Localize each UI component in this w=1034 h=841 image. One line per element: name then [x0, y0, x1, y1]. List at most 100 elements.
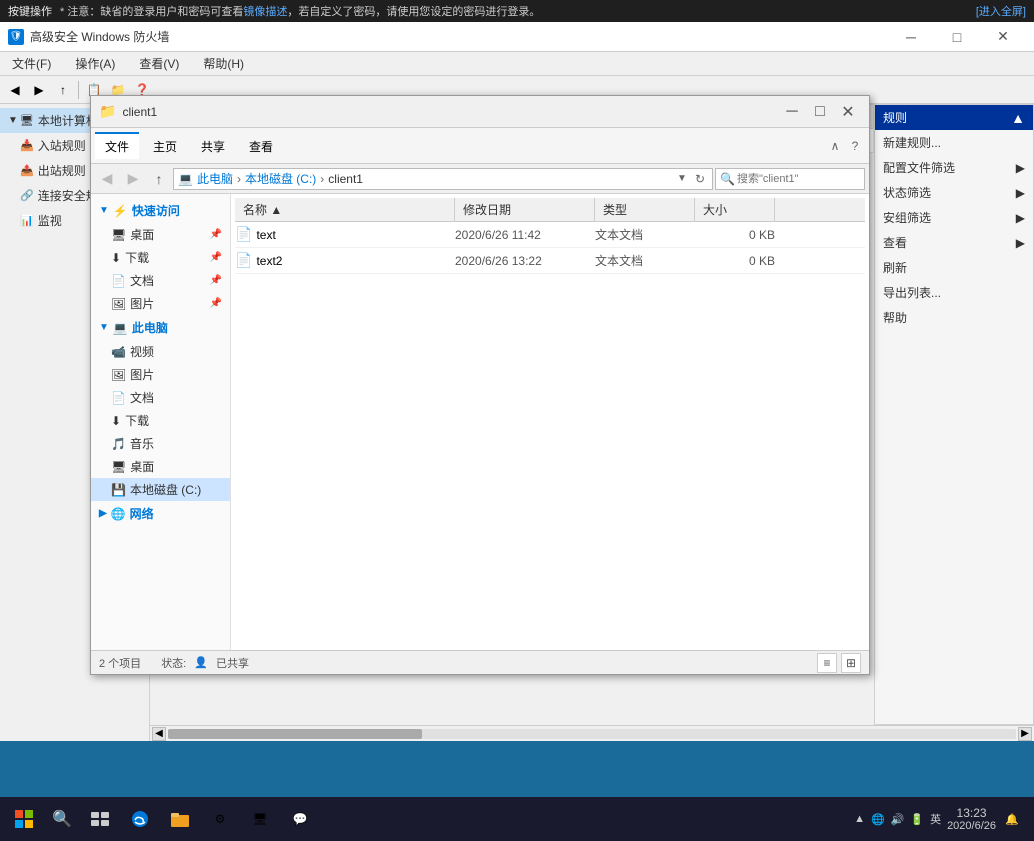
exp-sidebar-pics2[interactable]: 🖼 图片	[91, 363, 230, 386]
fw-view-arrow: ▶	[1016, 236, 1025, 250]
exp-sidebar-video[interactable]: 📹 视频	[91, 340, 230, 363]
exp-bread-folder[interactable]: client1	[328, 172, 363, 186]
settings-button[interactable]: ⚙	[200, 799, 240, 839]
fw-menubar: 文件(F) 操作(A) 查看(V) 帮助(H)	[0, 52, 1034, 76]
edge-button[interactable]	[120, 799, 160, 839]
fw-menu-view[interactable]: 查看(V)	[135, 53, 183, 74]
fw-up-button[interactable]: ↑	[52, 79, 74, 101]
taskbar-clock[interactable]: 13:23 2020/6/26	[947, 806, 996, 832]
exp-tab-share[interactable]: 共享	[191, 132, 235, 159]
fw-action-profile-filter[interactable]: 配置文件筛选 ▶	[875, 155, 1033, 180]
exp-sidebar: ▼ ⚡ 快速访问 🖥 桌面 📌 ⬇ 下载 📌 📄 文档 📌	[91, 194, 231, 650]
systray-lang[interactable]: 英	[930, 811, 941, 827]
systray-network-icon: 🌐	[871, 813, 885, 826]
exp-list-view-btn[interactable]: ≡	[817, 653, 837, 673]
exp-minimize-button[interactable]: ─	[779, 99, 805, 125]
exp-help-icon[interactable]: ?	[845, 136, 865, 156]
fw-action-group-filter[interactable]: 安组筛选 ▶	[875, 205, 1033, 230]
exp-bread-drive[interactable]: 本地磁盘 (C:)	[245, 170, 316, 187]
exp-section-thispc[interactable]: ▼ 💻 此电脑	[91, 315, 230, 340]
notification-center-button[interactable]: 🔔	[1002, 809, 1022, 829]
exp-col-date-header[interactable]: 修改日期	[455, 198, 595, 221]
exp-sidebar-desktop2[interactable]: 🖥 桌面	[91, 455, 230, 478]
exp-address-bar[interactable]: 💻 此电脑 › 本地磁盘 (C:) › client1 ▼ ↻	[173, 168, 713, 190]
fw-computer-icon: 🖥	[20, 114, 34, 127]
fw-menu-file[interactable]: 文件(F)	[8, 53, 55, 74]
exp-maximize-button[interactable]: □	[807, 99, 833, 125]
exp-search-bar[interactable]: 🔍	[715, 168, 865, 190]
fw-hscroll[interactable]: ◀ ▶	[150, 725, 1034, 741]
fw-scroll-left-btn[interactable]: ◀	[152, 727, 166, 741]
fw-maximize-button[interactable]: □	[934, 22, 980, 52]
exp-back-button[interactable]: ◀	[95, 167, 119, 191]
fw-sidebar-label-local: 本地计算机	[38, 112, 98, 129]
fw-minimize-button[interactable]: ─	[888, 22, 934, 52]
exp-sidebar-music[interactable]: 🎵 音乐	[91, 432, 230, 455]
fw-close-button[interactable]: ✕	[980, 22, 1026, 52]
fw-menu-action[interactable]: 操作(A)	[71, 53, 119, 74]
exp-desktop2-label: 桌面	[130, 458, 154, 475]
fw-action-help[interactable]: 帮助	[875, 305, 1033, 330]
fw-action-refresh[interactable]: 刷新	[875, 255, 1033, 280]
explorer-button[interactable]	[160, 799, 200, 839]
exp-quickaccess-expand: ▼	[99, 205, 109, 216]
fw-monitor-icon: 📊	[20, 214, 34, 227]
exp-file-row-text[interactable]: 📄 text 2020/6/26 11:42 文本文档 0 KB	[235, 222, 865, 248]
exp-video-icon: 📹	[111, 345, 126, 359]
fw-action-view[interactable]: 查看 ▶	[875, 230, 1033, 255]
exp-sidebar-pics1[interactable]: 🖼 图片 📌	[91, 292, 230, 315]
exp-item-count: 2 个项目	[99, 655, 141, 671]
fw-action-new-rule[interactable]: 新建规则...	[875, 130, 1033, 155]
exp-section-network[interactable]: ▶ 🌐 网络	[91, 501, 230, 526]
exp-search-input[interactable]	[737, 173, 860, 185]
exp-sidebar-desktop1[interactable]: 🖥 桌面 📌	[91, 223, 230, 246]
search-button[interactable]: 🔍	[44, 801, 80, 837]
taskbar-time: 13:23	[947, 806, 996, 820]
fw-expand-icon: ▼	[8, 115, 18, 126]
fw-profile-filter-label: 配置文件筛选	[883, 159, 955, 176]
exp-bread-computer[interactable]: 此电脑	[197, 170, 233, 187]
exp-pin-icon3: 📌	[210, 275, 222, 286]
task-view-button[interactable]	[80, 799, 120, 839]
start-icon	[15, 810, 33, 828]
topbar-enter[interactable]: [进入全屏]	[976, 3, 1026, 19]
exp-sidebar-docs2[interactable]: 📄 文档	[91, 386, 230, 409]
exp-sidebar-drive-c[interactable]: 💾 本地磁盘 (C:)	[91, 478, 230, 501]
fw-hscroll-track[interactable]	[168, 729, 1016, 739]
chat-button[interactable]: 💬	[280, 799, 320, 839]
exp-file-row-text2[interactable]: 📄 text2 2020/6/26 13:22 文本文档 0 KB	[235, 248, 865, 274]
exp-sidebar-docs1[interactable]: 📄 文档 📌	[91, 269, 230, 292]
exp-col-name-header[interactable]: 名称 ▲	[235, 198, 455, 221]
fw-scroll-right-btn[interactable]: ▶	[1018, 727, 1032, 741]
exp-tab-view[interactable]: 查看	[239, 132, 283, 159]
exp-section-quickaccess[interactable]: ▼ ⚡ 快速访问	[91, 198, 230, 223]
exp-close-button[interactable]: ✕	[835, 99, 861, 125]
fw-panel-toggle[interactable]: ▲	[1011, 110, 1025, 126]
systray-arrow[interactable]: ▲	[854, 813, 865, 825]
edge-icon	[131, 810, 149, 828]
exp-up-button[interactable]: ↑	[147, 167, 171, 191]
systray-volume-icon[interactable]: 🔊	[891, 813, 905, 826]
fw-right-panel: 规则 ▲ 新建规则... 配置文件筛选 ▶ 状态筛选 ▶	[874, 104, 1034, 725]
exp-tab-file[interactable]: 文件	[95, 132, 139, 159]
exp-col-size-header[interactable]: 大小	[695, 198, 775, 221]
fw-back-button[interactable]: ◀	[4, 79, 26, 101]
exp-body: ▼ ⚡ 快速访问 🖥 桌面 📌 ⬇ 下载 📌 📄 文档 📌	[91, 194, 869, 650]
exp-collapse-ribbon-btn[interactable]: ∧	[825, 136, 845, 156]
fw-action-status-filter[interactable]: 状态筛选 ▶	[875, 180, 1033, 205]
exp-sidebar-download2[interactable]: ⬇ 下载	[91, 409, 230, 432]
exp-detail-view-btn[interactable]: ⊞	[841, 653, 861, 673]
fw-action-export[interactable]: 导出列表...	[875, 280, 1033, 305]
exp-address-refresh[interactable]: ↻	[692, 171, 708, 187]
exp-sidebar-download1[interactable]: ⬇ 下载 📌	[91, 246, 230, 269]
exp-docs2-icon: 📄	[111, 391, 126, 405]
exp-col-type-header[interactable]: 类型	[595, 198, 695, 221]
start-button[interactable]	[4, 799, 44, 839]
exp-tab-home[interactable]: 主页	[143, 132, 187, 159]
topbar-link[interactable]: 镜像描述	[243, 3, 287, 19]
rdp-button[interactable]: 🖥	[240, 799, 280, 839]
exp-forward-button[interactable]: ▶	[121, 167, 145, 191]
fw-menu-help[interactable]: 帮助(H)	[199, 53, 248, 74]
exp-address-dropdown[interactable]: ▼	[674, 171, 690, 187]
fw-forward-button[interactable]: ▶	[28, 79, 50, 101]
